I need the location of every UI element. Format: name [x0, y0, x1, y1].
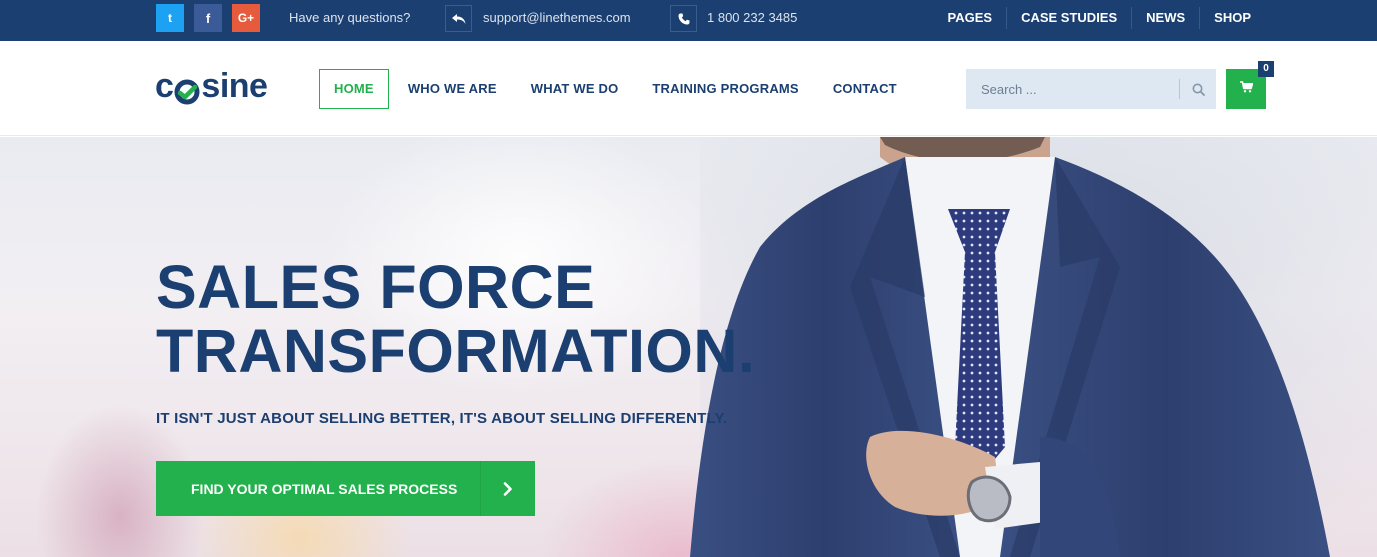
nav-contact[interactable]: CONTACT	[818, 69, 912, 109]
twitter-glyph: t	[168, 11, 172, 25]
hero-title-dot: .	[737, 317, 756, 385]
top-menu: PAGES CASE STUDIES NEWS SHOP	[934, 0, 1265, 36]
facebook-glyph: f	[205, 10, 211, 26]
hero-title-line-1: SALES FORCE	[156, 253, 596, 321]
support-email-link[interactable]: support@linethemes.com	[483, 0, 631, 36]
top-menu-case-studies[interactable]: CASE STUDIES	[1007, 6, 1131, 30]
logo-check-mark-icon	[174, 75, 200, 105]
facebook-icon[interactable]: f	[194, 4, 222, 32]
google-plus-icon[interactable]: G+	[232, 4, 260, 32]
google-plus-glyph: G+	[237, 11, 255, 25]
search-input[interactable]	[966, 69, 1178, 109]
twitter-icon[interactable]: t	[156, 4, 184, 32]
top-menu-news[interactable]: NEWS	[1132, 6, 1199, 30]
site-logo[interactable]: c sine	[155, 66, 268, 106]
reply-icon	[445, 5, 472, 32]
nav-what-we-do[interactable]: WHAT WE DO	[516, 69, 634, 109]
nav-who-we-are[interactable]: WHO WE ARE	[393, 69, 512, 109]
phone-icon	[670, 5, 697, 32]
logo-text-right: sine	[201, 66, 268, 105]
nav-training-programs[interactable]: TRAINING PROGRAMS	[637, 69, 813, 109]
main-nav: HOME WHO WE ARE WHAT WE DO TRAINING PROG…	[319, 69, 916, 109]
logo-text-left: c	[155, 66, 174, 105]
top-bar: t f G+ Have any questions? support@linet…	[0, 0, 1377, 41]
search-icon[interactable]	[1180, 69, 1216, 109]
hero-subtitle: IT ISN'T JUST ABOUT SELLING BETTER, IT'S…	[156, 410, 728, 427]
phone-number: 1 800 232 3485	[707, 10, 798, 25]
chevron-right-icon	[481, 461, 535, 516]
top-menu-pages[interactable]: PAGES	[934, 6, 1007, 30]
hero-banner: SALES FORCE TRANSFORMATION. IT ISN'T JUS…	[0, 137, 1377, 557]
cta-label: FIND YOUR OPTIMAL SALES PROCESS	[191, 480, 458, 497]
search-box	[966, 69, 1216, 109]
cart-icon	[1239, 80, 1253, 98]
find-optimal-sales-process-button[interactable]: FIND YOUR OPTIMAL SALES PROCESS	[156, 461, 535, 516]
main-header: c sine HOME WHO WE ARE WHAT WE DO TRAINI…	[0, 41, 1377, 136]
cart-count-badge: 0	[1258, 61, 1274, 77]
hero-title-line-2: TRANSFORMATION	[156, 317, 738, 385]
hero-title: SALES FORCE TRANSFORMATION.	[156, 255, 755, 383]
top-menu-shop[interactable]: SHOP	[1200, 6, 1265, 30]
questions-text: Have any questions?	[289, 10, 411, 25]
nav-home[interactable]: HOME	[319, 69, 389, 109]
